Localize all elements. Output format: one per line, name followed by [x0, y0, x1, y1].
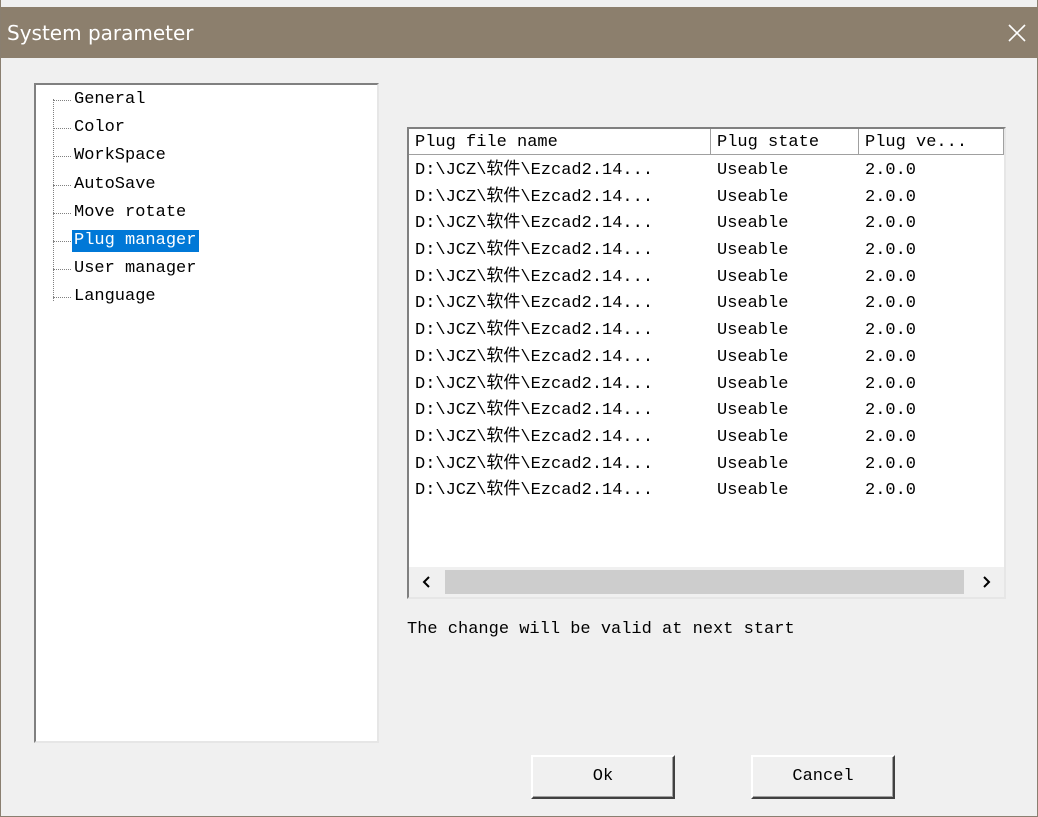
chevron-left-icon: [422, 576, 430, 588]
plug-list[interactable]: Plug file name Plug state Plug ve... D:\…: [407, 127, 1006, 599]
cell-state: Useable: [717, 401, 789, 421]
cell-file-name: D:\JCZ\软件\Ezcad2.14...: [415, 481, 654, 501]
tree-connector: [53, 297, 71, 299]
scroll-left-button[interactable]: [411, 567, 445, 597]
tree-item-label: Color: [74, 118, 126, 138]
cell-file-name: D:\JCZ\软件\Ezcad2.14...: [415, 427, 654, 447]
cell-version: 2.0.0: [865, 321, 917, 341]
plug-list-header: Plug file name Plug state Plug ve...: [409, 129, 1004, 157]
cell-state: Useable: [717, 427, 789, 447]
cell-version: 2.0.0: [865, 401, 917, 421]
tree-item-label: User manager: [74, 259, 197, 279]
cell-file-name: D:\JCZ\软件\Ezcad2.14...: [415, 374, 654, 394]
table-row[interactable]: D:\JCZ\软件\Ezcad2.14... Useable 2.0.0: [409, 453, 1004, 480]
cell-file-name: D:\JCZ\软件\Ezcad2.14...: [415, 294, 654, 314]
tree-connector: [53, 100, 71, 102]
table-row[interactable]: D:\JCZ\软件\Ezcad2.14... Useable 2.0.0: [409, 212, 1004, 239]
cell-version: 2.0.0: [865, 241, 917, 261]
cell-version: 2.0.0: [865, 374, 917, 394]
cancel-button[interactable]: Cancel: [751, 755, 895, 799]
cell-state: Useable: [717, 347, 789, 367]
tree-item-label: General: [74, 90, 146, 109]
cell-version: 2.0.0: [865, 214, 917, 234]
settings-tree[interactable]: General Color WorkSpace AutoSave Move rotate…: [34, 83, 379, 743]
table-row[interactable]: D:\JCZ\软件\Ezcad2.14... Useable 2.0.0: [409, 373, 1004, 400]
tree-item-label: Move rotate: [74, 202, 187, 222]
cell-version: 2.0.0: [865, 347, 917, 367]
cell-file-name: D:\JCZ\软件\Ezcad2.14...: [415, 454, 654, 474]
ok-button[interactable]: Ok: [531, 755, 675, 799]
tree-connector: [53, 212, 71, 215]
scroll-right-button[interactable]: [970, 567, 1004, 597]
cell-version: 2.0.0: [865, 187, 917, 207]
table-row[interactable]: D:\JCZ\软件\Ezcad2.14... Useable 2.0.0: [409, 346, 1004, 373]
cell-file-name: D:\JCZ\软件\Ezcad2.14...: [415, 241, 654, 261]
cell-file-name: D:\JCZ\软件\Ezcad2.14...: [415, 214, 654, 234]
table-row[interactable]: D:\JCZ\软件\Ezcad2.14... Useable 2.0.0: [409, 399, 1004, 426]
column-header-plug-file-name[interactable]: Plug file name: [409, 129, 711, 155]
table-row[interactable]: D:\JCZ\软件\Ezcad2.14... Useable 2.0.0: [409, 266, 1004, 293]
cell-state: Useable: [717, 267, 789, 287]
column-header-plug-version[interactable]: Plug ve...: [859, 129, 1004, 155]
tree-connector: [53, 269, 71, 271]
cell-state: Useable: [717, 187, 789, 207]
tree-item-label: AutoSave: [74, 174, 156, 194]
table-row[interactable]: D:\JCZ\软件\Ezcad2.14... Useable 2.0.0: [409, 186, 1004, 213]
cell-file-name: D:\JCZ\软件\Ezcad2.14...: [415, 347, 654, 367]
cell-state: Useable: [717, 241, 789, 261]
tree-connector: [53, 184, 71, 187]
table-row[interactable]: D:\JCZ\软件\Ezcad2.14... Useable 2.0.0: [409, 319, 1004, 346]
window-title: System parameter: [7, 21, 194, 45]
cell-state: Useable: [717, 214, 789, 234]
tree-item-label: Plug manager: [72, 230, 200, 252]
cell-file-name: D:\JCZ\软件\Ezcad2.14...: [415, 401, 654, 421]
cell-state: Useable: [717, 454, 789, 474]
table-row[interactable]: D:\JCZ\软件\Ezcad2.14... Useable 2.0.0: [409, 159, 1004, 186]
cell-version: 2.0.0: [865, 481, 917, 501]
tree-connector: [53, 156, 71, 158]
tree-item-label: Language: [74, 287, 156, 307]
tree-item-label: WorkSpace: [74, 146, 166, 166]
cell-version: 2.0.0: [865, 161, 917, 180]
horizontal-scrollbar[interactable]: [409, 567, 1004, 597]
close-button[interactable]: [997, 13, 1037, 53]
cell-version: 2.0.0: [865, 267, 917, 287]
cell-version: 2.0.0: [865, 294, 917, 314]
restart-notice: The change will be valid at next start: [407, 620, 795, 639]
system-parameter-dialog: System parameter General Color WorkSpace Au…: [0, 0, 1038, 817]
cell-state: Useable: [717, 321, 789, 341]
cell-file-name: D:\JCZ\软件\Ezcad2.14...: [415, 187, 654, 207]
plug-list-rows: D:\JCZ\软件\Ezcad2.14... Useable 2.0.0 D:\JCZ…: [409, 159, 1004, 506]
cell-version: 2.0.0: [865, 427, 917, 447]
cell-file-name: D:\JCZ\软件\Ezcad2.14...: [415, 161, 654, 180]
cell-file-name: D:\JCZ\软件\Ezcad2.14...: [415, 321, 654, 341]
cell-version: 2.0.0: [865, 454, 917, 474]
table-row[interactable]: D:\JCZ\软件\Ezcad2.14... Useable 2.0.0: [409, 479, 1004, 506]
cell-file-name: D:\JCZ\软件\Ezcad2.14...: [415, 267, 654, 287]
table-row[interactable]: D:\JCZ\软件\Ezcad2.14... Useable 2.0.0: [409, 292, 1004, 319]
title-bar[interactable]: System parameter: [1, 7, 1038, 58]
scrollbar-thumb[interactable]: [445, 570, 964, 594]
chevron-right-icon: [983, 576, 991, 588]
cell-state: Useable: [717, 374, 789, 394]
table-row[interactable]: D:\JCZ\软件\Ezcad2.14... Useable 2.0.0: [409, 239, 1004, 266]
cell-state: Useable: [717, 294, 789, 314]
tree-connector: [53, 241, 71, 243]
close-icon: [1008, 24, 1026, 42]
tree-connector: [53, 128, 71, 130]
cell-state: Useable: [717, 161, 789, 180]
table-row[interactable]: D:\JCZ\软件\Ezcad2.14... Useable 2.0.0: [409, 426, 1004, 453]
cell-state: Useable: [717, 481, 789, 501]
column-header-plug-state[interactable]: Plug state: [711, 129, 859, 155]
